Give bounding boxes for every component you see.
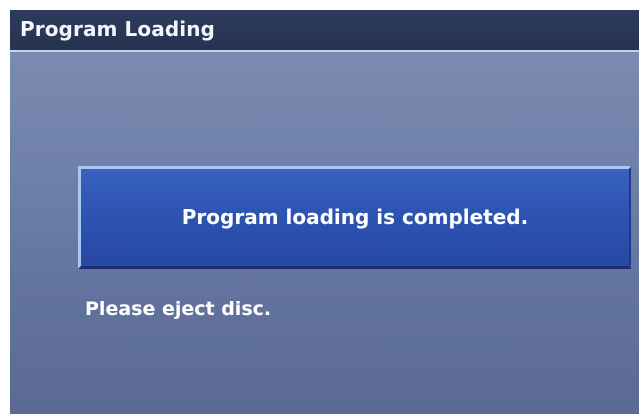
completion-message: Program loading is completed.	[181, 205, 529, 229]
title-divider	[10, 50, 639, 52]
completion-message-box: Program loading is completed.	[78, 166, 631, 269]
program-loading-screen: Program Loading Program loading is compl…	[10, 10, 639, 414]
eject-instruction: Please eject disc.	[85, 298, 272, 320]
screen: Program Loading Program loading is compl…	[0, 0, 639, 414]
title-bar: Program Loading	[10, 10, 639, 50]
window-title: Program Loading	[20, 17, 215, 41]
